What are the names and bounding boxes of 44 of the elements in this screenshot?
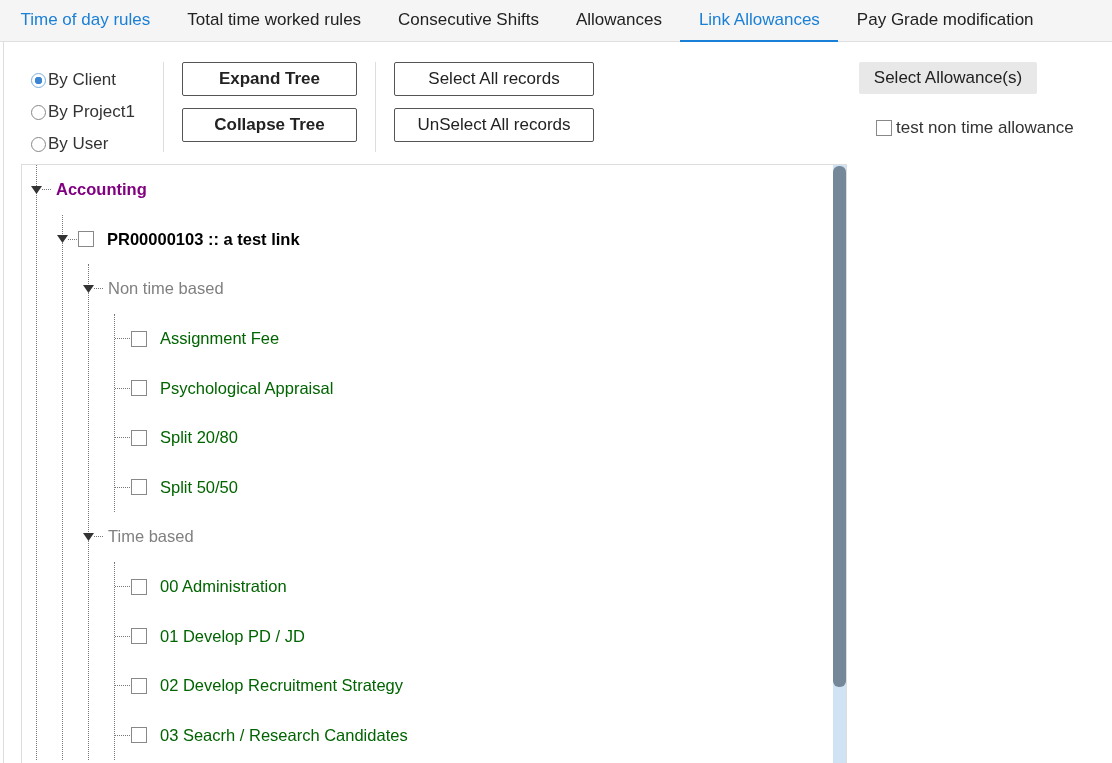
tree-checkbox[interactable]	[131, 330, 147, 347]
tab[interactable]: Consecutive Shifts	[379, 0, 558, 42]
tree-item-label[interactable]: Psychological Appraisal	[160, 378, 334, 398]
tab[interactable]: Total time worked rules	[168, 0, 380, 42]
collapse-arrow-icon[interactable]	[83, 532, 94, 541]
radio-button[interactable]	[31, 136, 46, 152]
tree-item-label[interactable]: PR00000103 :: a test link	[107, 229, 300, 249]
tree-checkbox[interactable]	[131, 380, 147, 397]
tree-checkbox[interactable]	[131, 677, 147, 694]
tab[interactable]: Link Allowances	[680, 0, 839, 42]
tree-button[interactable]: Expand Tree	[182, 62, 357, 96]
select-allowance-button[interactable]: Select Allowance(s)	[859, 62, 1037, 94]
tree-item-label[interactable]: Time based	[108, 527, 194, 547]
tree-item-label[interactable]: 03 Seacrh / Research Candidates	[160, 725, 408, 745]
tree-item-label[interactable]: 02 Develop Recruitment Strategy	[160, 676, 404, 696]
tree-item-label[interactable]: Assignment Fee	[160, 329, 280, 349]
records-button[interactable]: UnSelect All records	[394, 108, 594, 142]
tab[interactable]: Allowances	[557, 0, 681, 42]
tree-item-label[interactable]: Split 50/50	[160, 477, 238, 497]
allowance-checkbox[interactable]	[876, 120, 892, 136]
tree-item-label[interactable]: Non time based	[108, 279, 224, 299]
tree-item-label[interactable]: Accounting	[56, 180, 147, 200]
collapse-arrow-icon[interactable]	[31, 185, 42, 194]
tree-item-label[interactable]: 01 Develop PD / JD	[160, 626, 305, 646]
collapse-arrow-icon[interactable]	[57, 235, 68, 244]
collapse-arrow-icon[interactable]	[83, 285, 94, 293]
tree-checkbox[interactable]	[78, 231, 94, 248]
tree-item-label[interactable]: Split 20/80	[160, 428, 238, 448]
tab[interactable]: Pay Grade modification	[838, 0, 1053, 42]
radio-button[interactable]	[31, 72, 46, 88]
tree-checkbox[interactable]	[131, 628, 147, 645]
tree-item-label[interactable]: 00 Administration	[160, 577, 287, 597]
tree-checkbox[interactable]	[131, 429, 147, 446]
tab[interactable]: Time of day rules	[2, 0, 169, 42]
radio-label[interactable]: By Project1	[48, 102, 135, 122]
radio-label[interactable]: By User	[48, 134, 109, 154]
records-button[interactable]: Select All records	[394, 62, 594, 96]
tree-checkbox[interactable]	[131, 727, 147, 744]
allowance-label[interactable]: test non time allowance	[896, 118, 1074, 138]
tree-checkbox[interactable]	[131, 578, 147, 595]
tree-button[interactable]: Collapse Tree	[182, 108, 357, 142]
radio-label[interactable]: By Client	[48, 70, 117, 90]
radio-button[interactable]	[31, 104, 46, 120]
tree-checkbox[interactable]	[131, 479, 147, 496]
